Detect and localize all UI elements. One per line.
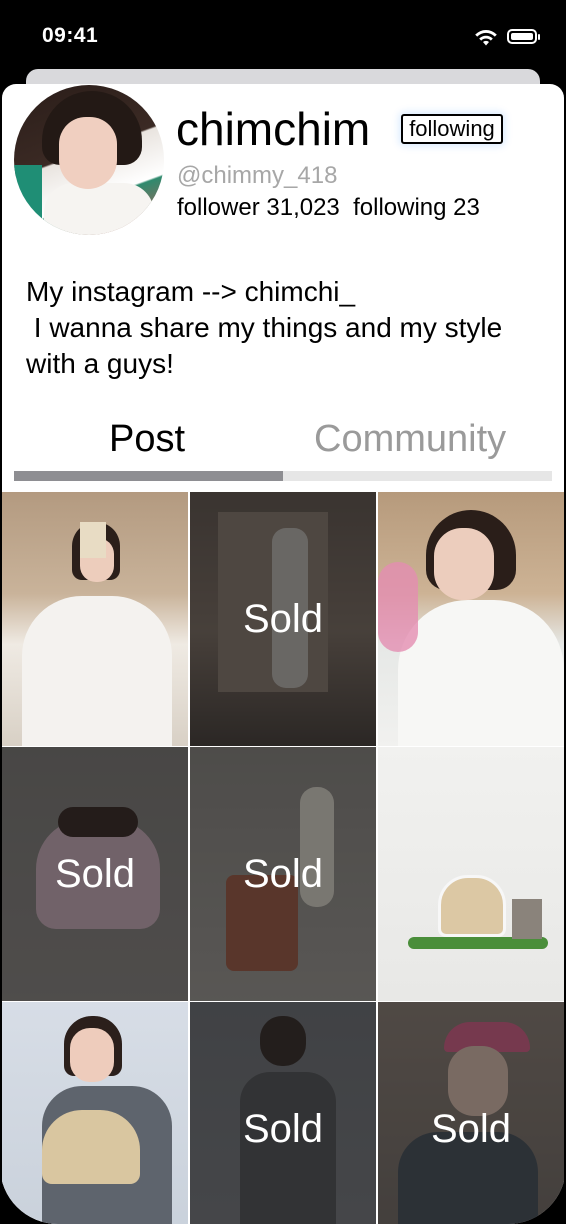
post-figure <box>438 875 506 937</box>
post-tile[interactable] <box>378 492 564 746</box>
sold-label: Sold <box>242 851 324 896</box>
post-figure <box>42 1110 140 1184</box>
wifi-icon <box>475 30 497 46</box>
follow-counts: follower 31,023 following 23 <box>177 194 480 221</box>
post-tile[interactable]: Sold <box>190 492 376 746</box>
sold-label: Sold <box>54 851 136 896</box>
avatar-face <box>59 117 117 189</box>
tab-indicator <box>14 471 283 481</box>
post-tile[interactable] <box>2 492 188 746</box>
avatar-shirt <box>44 183 154 235</box>
post-tile[interactable] <box>2 1002 188 1224</box>
post-tile[interactable]: Sold <box>190 747 376 1001</box>
post-figure <box>434 528 494 600</box>
sold-label: Sold <box>430 1106 512 1151</box>
post-tile[interactable] <box>378 747 564 1001</box>
tab-post[interactable]: Post <box>109 418 185 461</box>
post-figure <box>70 1028 114 1082</box>
sold-label: Sold <box>242 1106 324 1151</box>
user-handle: @chimmy_418 <box>177 162 338 189</box>
post-figure <box>378 562 418 652</box>
post-figure <box>512 899 542 939</box>
tab-community[interactable]: Community <box>314 418 506 461</box>
battery-icon <box>507 29 540 44</box>
following-button[interactable]: following <box>401 114 503 144</box>
tab-indicator-track <box>14 471 552 481</box>
bio: My instagram --> chimchi_ I wanna share … <box>26 274 546 382</box>
sold-label: Sold <box>242 596 324 641</box>
post-tile[interactable]: Sold <box>378 1002 564 1224</box>
bio-line: My instagram --> chimchi_ <box>26 276 356 307</box>
post-tile[interactable]: Sold <box>2 747 188 1001</box>
avatar-backdrop <box>14 165 42 225</box>
notch <box>128 0 438 48</box>
post-grid: Sold Sold Sold Sold Sold <box>2 492 564 1224</box>
username: chimchim <box>176 103 371 155</box>
post-overlay <box>2 492 188 746</box>
status-time: 09:41 <box>42 24 99 47</box>
bio-line: with a guys! <box>26 348 174 379</box>
post-tile[interactable]: Sold <box>190 1002 376 1224</box>
bio-line: I wanna share my things and my style <box>26 312 503 343</box>
phone-screen: chimchim following @chimmy_418 follower … <box>0 0 566 1224</box>
profile-sheet: chimchim following @chimmy_418 follower … <box>2 84 564 1224</box>
avatar[interactable] <box>14 85 164 235</box>
post-figure <box>398 600 564 746</box>
